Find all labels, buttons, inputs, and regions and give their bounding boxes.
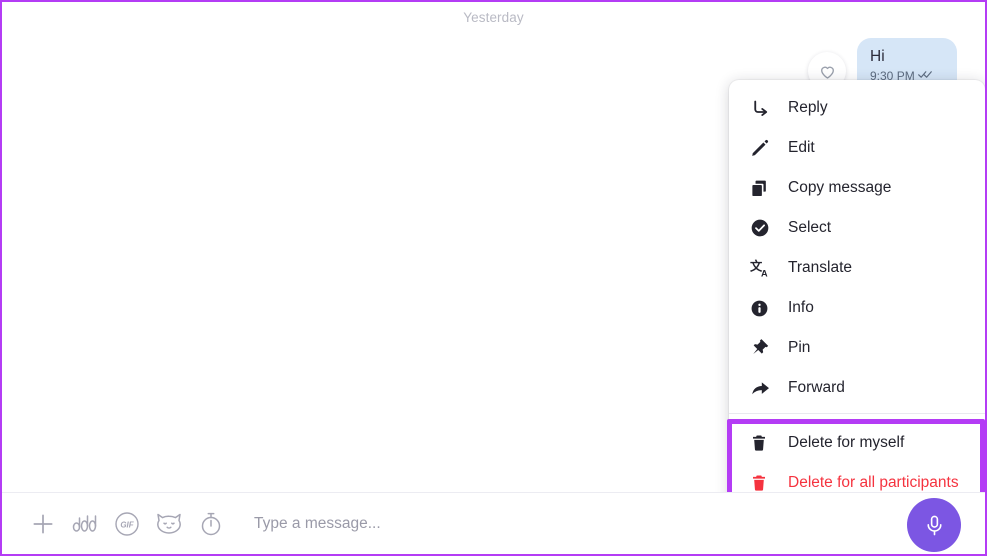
chat-screenshot: Yesterday Hi 9:30 PM Reply Edit Copy mes… [0, 0, 987, 556]
info-circle-icon [750, 296, 776, 320]
date-divider: Yesterday [463, 10, 524, 25]
gif-icon[interactable]: GIF [110, 507, 144, 541]
forward-arrow-icon [750, 376, 776, 400]
menu-item-reply[interactable]: Reply [729, 88, 985, 128]
pin-icon [750, 336, 776, 360]
audio-bars-icon[interactable] [68, 507, 102, 541]
svg-text:GIF: GIF [120, 520, 134, 529]
menu-item-pin[interactable]: Pin [729, 328, 985, 368]
menu-item-select[interactable]: Select [729, 208, 985, 248]
check-circle-icon [750, 216, 776, 240]
menu-item-label: Forward [788, 379, 845, 397]
message-input[interactable] [254, 514, 985, 533]
menu-item-translate[interactable]: 文 A Translate [729, 248, 985, 288]
menu-item-label: Delete for myself [788, 434, 905, 452]
message-text: Hi [870, 48, 885, 65]
reply-arrow-icon [750, 96, 776, 120]
menu-item-copy-message[interactable]: Copy message [729, 168, 985, 208]
menu-item-label: Reply [788, 99, 828, 117]
menu-item-label: Delete for all participants [788, 474, 959, 492]
menu-item-forward[interactable]: Forward [729, 368, 985, 408]
mic-button[interactable] [907, 498, 961, 552]
menu-item-label: Edit [788, 139, 815, 157]
plus-icon[interactable] [26, 507, 60, 541]
message-composer: GIF [2, 492, 985, 554]
menu-item-label: Pin [788, 339, 811, 357]
pencil-icon [750, 136, 776, 160]
menu-item-info[interactable]: Info [729, 288, 985, 328]
copy-icon [750, 176, 776, 200]
menu-item-label: Info [788, 299, 814, 317]
microphone-icon [923, 514, 946, 537]
translate-icon: 文 A [750, 256, 776, 280]
message-context-menu: Reply Edit Copy message Select 文 A Trans… [729, 80, 985, 513]
menu-item-label: Select [788, 219, 832, 237]
trash-icon [750, 431, 776, 455]
timer-icon[interactable] [194, 507, 228, 541]
sticker-icon[interactable] [152, 507, 186, 541]
menu-item-label: Copy message [788, 179, 892, 197]
heart-icon [818, 62, 837, 81]
menu-item-edit[interactable]: Edit [729, 128, 985, 168]
menu-item-delete-for-myself[interactable]: Delete for myself [729, 423, 985, 463]
svg-text:A: A [761, 268, 768, 278]
menu-item-label: Translate [788, 259, 853, 277]
